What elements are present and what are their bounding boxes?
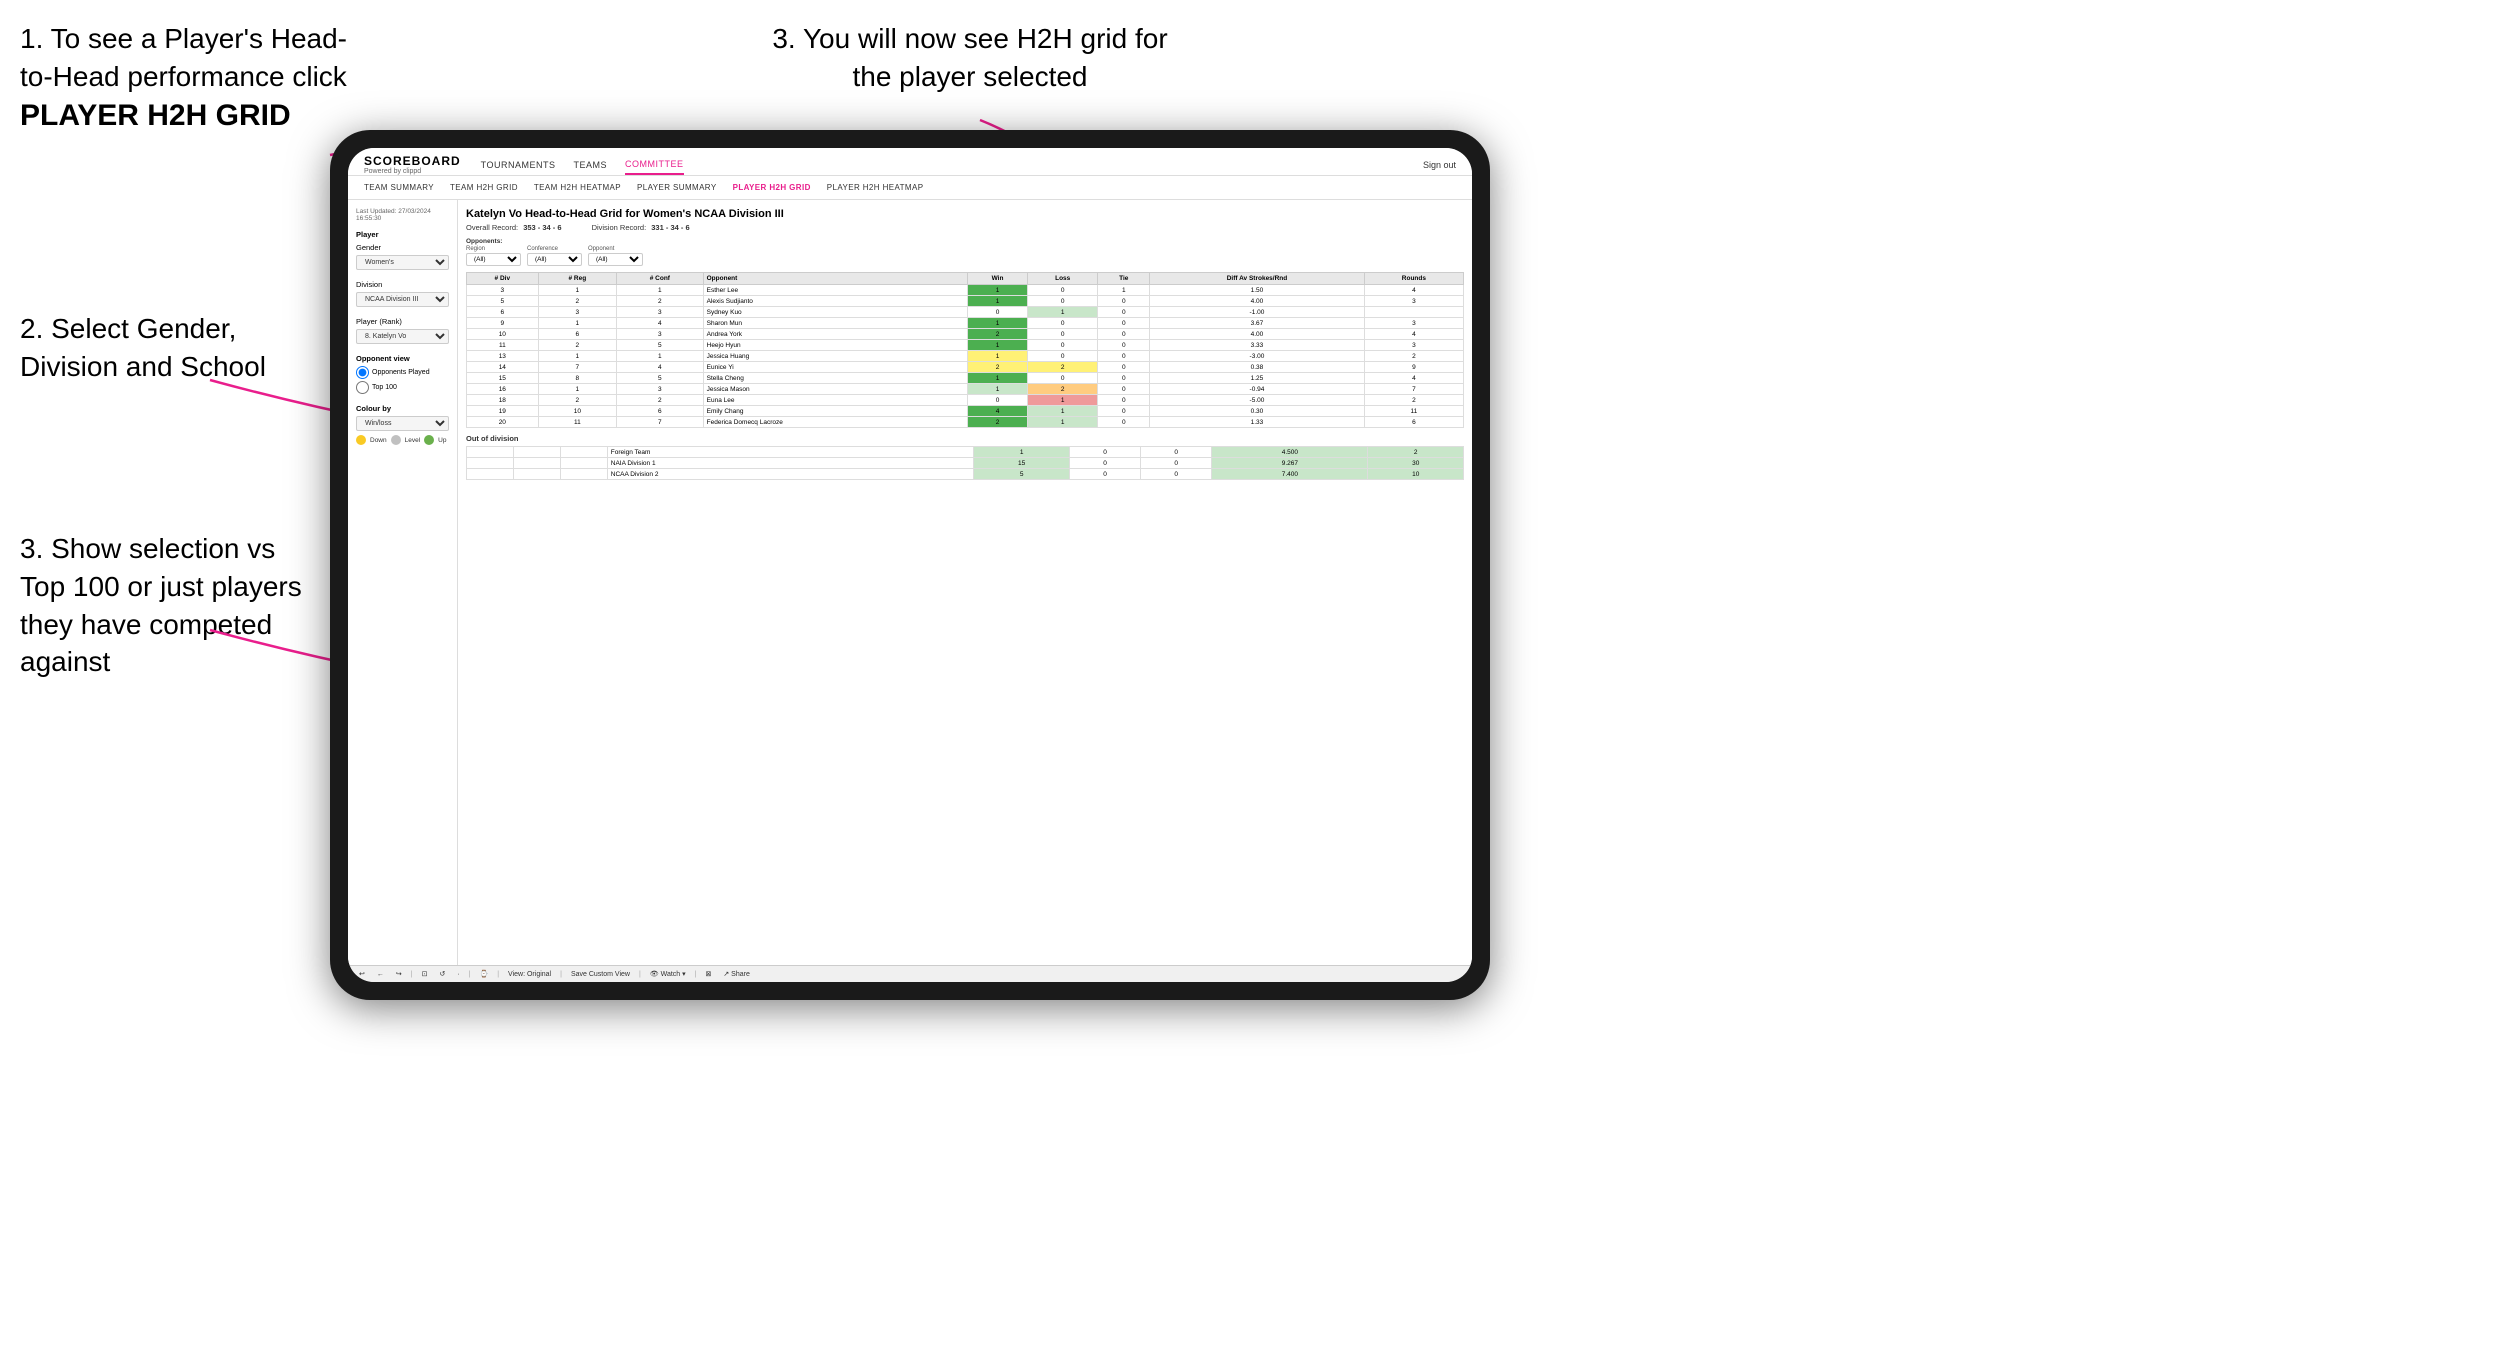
filter-conference-group: Conference (All)	[527, 246, 582, 266]
table-row: 1063Andrea York2004.004	[467, 329, 1464, 340]
table-row: 1822Euna Lee010-5.002	[467, 395, 1464, 406]
instruction-top-right: 3. You will now see H2H grid for the pla…	[760, 20, 1180, 96]
up-color-dot	[424, 435, 434, 445]
toolbar-save-custom[interactable]: Save Custom View	[568, 970, 633, 979]
toolbar-grid[interactable]: ⊡	[419, 969, 431, 979]
table-row: 1311Jessica Huang100-3.002	[467, 351, 1464, 362]
toolbar-redo[interactable]: ↪	[393, 969, 405, 979]
toolbar-clock[interactable]: ⌚	[477, 969, 492, 979]
colour-legend: Down Level Up	[356, 435, 449, 445]
table-row: 522Alexis Sudjianto1004.003	[467, 296, 1464, 307]
conference-filter[interactable]: (All)	[527, 253, 582, 266]
h2h-table: # Div # Reg # Conf Opponent Win Loss Tie…	[466, 272, 1464, 428]
col-diff: Diff Av Strokes/Rnd	[1150, 273, 1365, 285]
division-select[interactable]: NCAA Division III	[356, 292, 449, 307]
ood-row: NCAA Division 25007.40010	[467, 469, 1464, 480]
toolbar-dot[interactable]: ·	[454, 970, 462, 979]
sub-nav-team-summary[interactable]: TEAM SUMMARY	[364, 180, 434, 195]
division-record: Division Record: 331 - 34 - 6	[592, 223, 690, 232]
sub-nav: TEAM SUMMARY TEAM H2H GRID TEAM H2H HEAT…	[348, 176, 1472, 200]
col-reg: # Reg	[538, 273, 616, 285]
player-rank-select[interactable]: 8. Katelyn Vo	[356, 329, 449, 344]
opponent-filter[interactable]: (All)	[588, 253, 643, 266]
instruction-mid-left: 2. Select Gender, Division and School	[20, 310, 320, 386]
col-win: Win	[968, 273, 1028, 285]
filter-region-group: Region (All)	[466, 246, 521, 266]
sidebar-timestamp: Last Updated: 27/03/2024 16:55:30	[356, 208, 449, 222]
toolbar-share[interactable]: ↗ Share	[720, 969, 753, 979]
region-filter[interactable]: (All)	[466, 253, 521, 266]
colour-by-select[interactable]: Win/loss	[356, 416, 449, 431]
sub-nav-player-summary[interactable]: PLAYER SUMMARY	[637, 180, 717, 195]
table-row: 1474Eunice Yi2200.389	[467, 362, 1464, 373]
table-row: 633Sydney Kuo010-1.00	[467, 307, 1464, 318]
sidebar-player-section: Player Gender Women's	[356, 230, 449, 270]
radio-top-100[interactable]: Top 100	[356, 381, 449, 394]
sidebar-colour-section: Colour by Win/loss Down Level Up	[356, 404, 449, 445]
toolbar-watch[interactable]: 👁 Watch ▾	[647, 969, 689, 979]
tablet-screen: SCOREBOARD Powered by clippd TOURNAMENTS…	[348, 148, 1472, 982]
level-color-dot	[391, 435, 401, 445]
down-color-dot	[356, 435, 366, 445]
filter-opponents: Opponents: Region (All) Conference	[466, 238, 643, 266]
sub-nav-team-h2h-grid[interactable]: TEAM H2H GRID	[450, 180, 518, 195]
nav-tournaments[interactable]: TOURNAMENTS	[481, 156, 556, 174]
toolbar: ↩ ← ↪ | ⊡ ↺ · | ⌚ | View: Original | Sav…	[348, 965, 1472, 982]
table-row: 19106Emily Chang4100.3011	[467, 406, 1464, 417]
toolbar-grid2[interactable]: ⊠	[702, 969, 714, 979]
nav-sign-out[interactable]: Sign out	[1423, 160, 1456, 170]
table-row: 20117Federica Domecq Lacroze2101.336	[467, 417, 1464, 428]
nav-teams[interactable]: TEAMS	[574, 156, 608, 174]
sub-nav-team-h2h-heatmap[interactable]: TEAM H2H HEATMAP	[534, 180, 621, 195]
instruction-bot-left: 3. Show selection vs Top 100 or just pla…	[20, 530, 320, 681]
grid-area: Katelyn Vo Head-to-Head Grid for Women's…	[458, 200, 1472, 965]
grid-records: Overall Record: 353 - 34 - 6 Division Re…	[466, 223, 1464, 232]
toolbar-refresh[interactable]: ↺	[436, 969, 448, 979]
gender-select[interactable]: Women's	[356, 255, 449, 270]
sub-nav-player-h2h-grid[interactable]: PLAYER H2H GRID	[733, 180, 811, 195]
col-loss: Loss	[1027, 273, 1097, 285]
out-of-division-table: Foreign Team1004.5002NAIA Division 11500…	[466, 446, 1464, 480]
filter-subgroups: Region (All) Conference (All)	[466, 246, 643, 266]
sidebar-player-rank-section: Player (Rank) 8. Katelyn Vo	[356, 317, 449, 344]
filter-row: Opponents: Region (All) Conference	[466, 238, 1464, 266]
col-opponent: Opponent	[703, 273, 967, 285]
table-row: 914Sharon Mun1003.673	[467, 318, 1464, 329]
col-div: # Div	[467, 273, 539, 285]
table-row: 1585Stella Cheng1001.254	[467, 373, 1464, 384]
main-content: Last Updated: 27/03/2024 16:55:30 Player…	[348, 200, 1472, 965]
sidebar: Last Updated: 27/03/2024 16:55:30 Player…	[348, 200, 458, 965]
table-row: 1613Jessica Mason120-0.947	[467, 384, 1464, 395]
col-tie: Tie	[1098, 273, 1150, 285]
toolbar-back[interactable]: ←	[374, 970, 387, 979]
nav-links: TOURNAMENTS TEAMS COMMITTEE	[481, 155, 1423, 175]
table-row: 311Esther Lee1011.504	[467, 285, 1464, 296]
radio-opponents-played[interactable]: Opponents Played	[356, 366, 449, 379]
ood-row: Foreign Team1004.5002	[467, 447, 1464, 458]
instruction-top-left: 1. To see a Player's Head-to-Head perfor…	[20, 20, 360, 136]
toolbar-view-original[interactable]: View: Original	[505, 970, 554, 979]
table-row: 1125Heejo Hyun1003.333	[467, 340, 1464, 351]
tablet: SCOREBOARD Powered by clippd TOURNAMENTS…	[330, 130, 1490, 1000]
nav-logo: SCOREBOARD Powered by clippd	[364, 154, 461, 175]
filter-opponent-group: Opponent (All)	[588, 246, 643, 266]
sidebar-division-section: Division NCAA Division III	[356, 280, 449, 307]
ood-row: NAIA Division 115009.26730	[467, 458, 1464, 469]
sidebar-opponent-view-section: Opponent view Opponents Played Top 100	[356, 354, 449, 394]
sub-nav-player-h2h-heatmap[interactable]: PLAYER H2H HEATMAP	[827, 180, 924, 195]
toolbar-undo[interactable]: ↩	[356, 969, 368, 979]
table-header-row: # Div # Reg # Conf Opponent Win Loss Tie…	[467, 273, 1464, 285]
overall-record: Overall Record: 353 - 34 - 6	[466, 223, 562, 232]
col-rounds: Rounds	[1364, 273, 1463, 285]
col-conf: # Conf	[617, 273, 704, 285]
opponent-view-radios: Opponents Played Top 100	[356, 366, 449, 394]
nav-bar: SCOREBOARD Powered by clippd TOURNAMENTS…	[348, 148, 1472, 176]
nav-committee[interactable]: COMMITTEE	[625, 155, 684, 175]
